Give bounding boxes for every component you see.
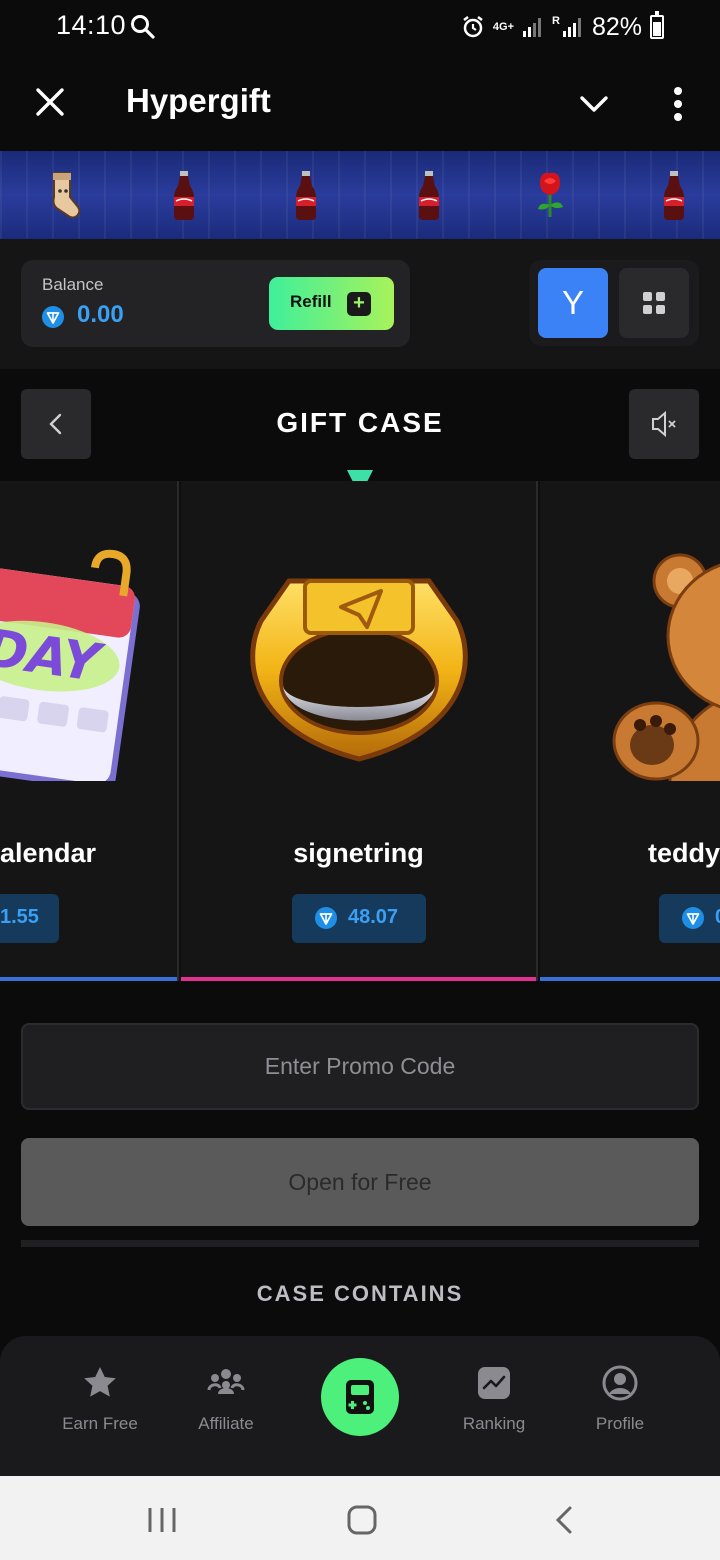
cola-bottle-icon — [174, 171, 194, 220]
more-menu-icon[interactable] — [664, 84, 692, 124]
item-price: 0 — [715, 906, 720, 929]
balance-panel: Balance 0.00 Refill + Y — [0, 239, 720, 369]
nav-label: Ranking — [462, 1414, 526, 1433]
nav-label: Earn Free — [62, 1414, 138, 1433]
rose-icon — [538, 172, 563, 217]
open-for-free-button[interactable]: Open for Free — [21, 1138, 699, 1226]
price-tag: 1.55 — [0, 894, 59, 943]
search-icon — [131, 15, 155, 39]
carousel-item: teddy 0 — [540, 481, 720, 981]
network-type: 4G+ — [492, 20, 514, 33]
sock-icon — [52, 172, 81, 219]
cola-bottle-icon — [664, 171, 684, 220]
nav-profile[interactable]: Profile — [555, 1364, 685, 1444]
teddy-bear-icon — [612, 553, 720, 781]
cola-bottle-icon — [419, 171, 439, 220]
status-time: 14:10 — [56, 10, 127, 40]
item-name: alendar — [0, 838, 97, 868]
rarity-bar — [181, 977, 536, 981]
balance-value: 0.00 — [77, 301, 124, 328]
battery-percent: 82% — [591, 12, 642, 41]
live-drops-ticker — [0, 151, 720, 239]
signal-icon — [562, 18, 581, 37]
nav-label: Profile — [595, 1414, 645, 1433]
carousel-item: DAY alendar 1.55 — [0, 481, 179, 981]
rarity-bar — [0, 977, 177, 981]
case-carousel[interactable]: DAY alendar 1.55 signetring 48.07 teddy — [0, 481, 720, 981]
bottom-nav: Earn Free Affiliate Ranking Profile — [0, 1336, 720, 1476]
chevron-down-icon[interactable] — [576, 86, 612, 122]
star-icon — [84, 1367, 116, 1397]
divider — [21, 1240, 699, 1247]
home-icon[interactable] — [342, 1500, 382, 1540]
item-name: signetring — [293, 838, 424, 868]
item-price: 48.07 — [348, 906, 399, 928]
mute-button[interactable] — [629, 389, 699, 459]
nav-label: Affiliate — [198, 1414, 254, 1433]
status-bar: 14:10 4G+ R 82% — [0, 0, 720, 56]
signet-ring-icon — [249, 578, 468, 762]
close-icon[interactable] — [30, 82, 70, 122]
balance-card: Balance 0.00 Refill + — [21, 260, 410, 347]
nav-ranking[interactable]: Ranking — [429, 1364, 559, 1444]
profile-icon — [602, 1365, 638, 1401]
price-tag: 0 — [659, 894, 720, 943]
grid-view-button[interactable] — [619, 268, 689, 338]
ton-coin-icon — [42, 306, 64, 328]
people-icon — [207, 1369, 245, 1394]
app-title: Hypergift — [126, 82, 271, 119]
status-indicators: 4G+ R 82% — [461, 10, 664, 44]
battery-icon — [650, 11, 664, 39]
grid-icon — [643, 292, 665, 314]
item-price: 1.55 — [0, 906, 39, 928]
signal-icon — [523, 18, 541, 37]
alarm-icon — [463, 16, 483, 38]
app-header: Hypergift — [0, 56, 720, 150]
refill-label: Refill — [290, 292, 332, 311]
view-toggle: Y — [529, 260, 699, 346]
user-mode-button[interactable]: Y — [538, 268, 608, 338]
nav-play-button[interactable] — [321, 1358, 399, 1436]
case-contains-heading: CASE CONTAINS — [256, 1281, 464, 1306]
calendar-icon: DAY — [0, 549, 140, 781]
back-icon[interactable] — [546, 1500, 586, 1540]
nav-earn-free[interactable]: Earn Free — [35, 1364, 165, 1444]
item-name: teddy — [648, 838, 720, 868]
system-nav-bar — [0, 1476, 720, 1560]
carousel-item-selected: signetring 48.07 — [181, 481, 538, 981]
chart-icon — [478, 1367, 510, 1399]
case-title: GIFT CASE — [276, 407, 444, 438]
roaming-indicator: R — [552, 15, 560, 27]
speaker-muted-icon — [652, 410, 676, 438]
ton-coin-icon — [315, 907, 337, 929]
recent-apps-icon[interactable] — [142, 1500, 182, 1540]
nav-affiliate[interactable]: Affiliate — [161, 1364, 291, 1444]
rarity-bar — [540, 977, 720, 981]
price-tag: 48.07 — [292, 894, 426, 943]
game-console-icon — [346, 1380, 374, 1414]
cola-bottle-icon — [296, 171, 316, 220]
balance-label: Balance — [42, 275, 104, 294]
plus-icon: + — [347, 292, 371, 316]
refill-button[interactable]: Refill + — [269, 277, 394, 330]
promo-code-input[interactable] — [21, 1023, 699, 1110]
case-header: GIFT CASE — [0, 369, 720, 496]
ton-coin-icon — [682, 907, 704, 929]
